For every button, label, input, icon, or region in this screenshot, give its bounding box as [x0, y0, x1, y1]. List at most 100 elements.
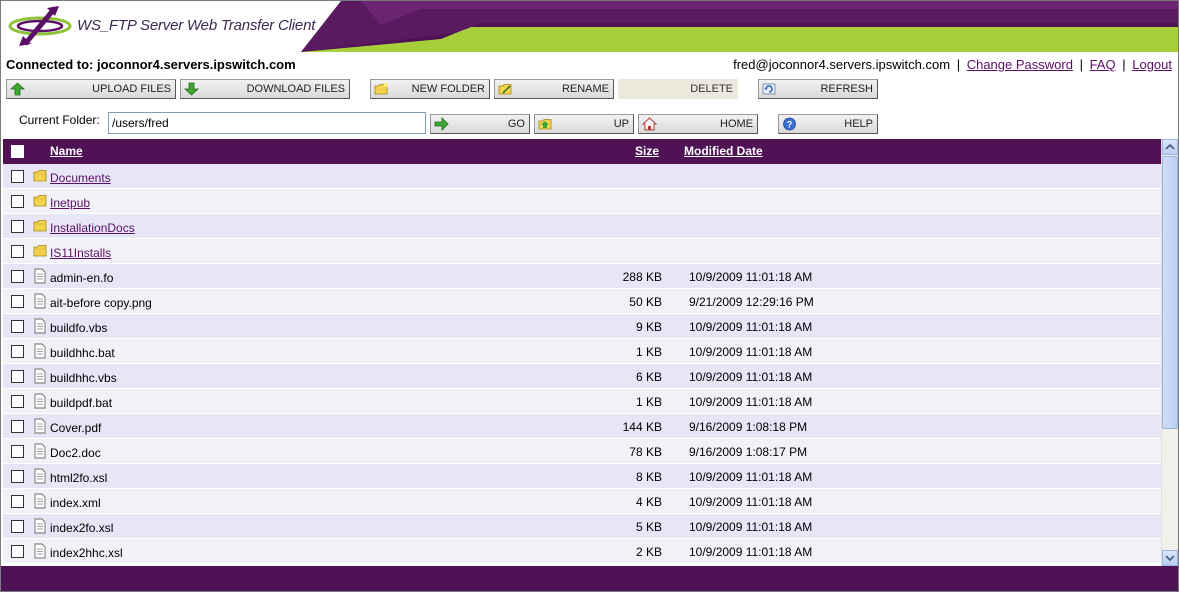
file-icon: [33, 443, 47, 459]
modified-date: 10/9/2009 11:01:18 AM: [689, 320, 813, 334]
row-checkbox[interactable]: [11, 520, 24, 533]
row-checkbox[interactable]: [11, 395, 24, 408]
table-row[interactable]: Cover.pdf 144 KB 9/16/2009 1:08:18 PM: [3, 414, 1161, 439]
logout-link[interactable]: Logout: [1132, 57, 1172, 72]
row-checkbox[interactable]: [11, 320, 24, 333]
connection-status: Connected to: joconnor4.servers.ipswitch…: [6, 57, 296, 72]
row-checkbox[interactable]: [11, 370, 24, 383]
table-row[interactable]: IS11Installs: [3, 239, 1161, 264]
file-icon: [33, 318, 47, 334]
refresh-label: REFRESH: [820, 83, 873, 95]
help-icon: ?: [783, 117, 796, 131]
modified-date-column-header[interactable]: Modified Date: [684, 144, 763, 158]
file-icon: [33, 418, 47, 434]
refresh-button[interactable]: REFRESH: [758, 79, 878, 99]
current-folder-label: Current Folder:: [19, 113, 100, 127]
faq-link[interactable]: FAQ: [1090, 57, 1116, 72]
file-name: index.xml: [50, 496, 101, 510]
scroll-up-button[interactable]: [1162, 139, 1178, 155]
row-checkbox[interactable]: [11, 195, 24, 208]
table-row[interactable]: index2fo.xsl 5 KB 10/9/2009 11:01:18 AM: [3, 514, 1161, 539]
file-name: index2hhc.xsl: [50, 546, 123, 560]
file-icon: [33, 468, 47, 484]
file-icon: [33, 343, 47, 359]
delete-button[interactable]: DELETE: [618, 79, 738, 99]
folder-up-icon: [538, 119, 552, 130]
upload-files-button[interactable]: UPLOAD FILES: [6, 79, 176, 99]
row-checkbox[interactable]: [11, 545, 24, 558]
upload-arrow-icon: [10, 82, 25, 96]
file-name: buildpdf.bat: [50, 396, 113, 410]
change-password-link[interactable]: Change Password: [967, 57, 1073, 72]
file-name: html2fo.xsl: [50, 471, 108, 485]
table-row[interactable]: InstallationDocs: [3, 214, 1161, 239]
folder-name-link[interactable]: InstallationDocs: [50, 221, 135, 235]
scrollbar-thumb[interactable]: [1162, 156, 1178, 429]
folder-icon: [33, 218, 47, 234]
folder-name-link[interactable]: Documents: [50, 171, 111, 185]
row-checkbox[interactable]: [11, 170, 24, 183]
table-row[interactable]: Doc2.doc 78 KB 9/16/2009 1:08:17 PM: [3, 439, 1161, 464]
folder-name-link[interactable]: Inetpub: [50, 196, 90, 210]
table-row[interactable]: Inetpub: [3, 189, 1161, 214]
modified-date: 10/9/2009 11:01:18 AM: [689, 520, 813, 534]
table-row[interactable]: admin-en.fo 288 KB 10/9/2009 11:01:18 AM: [3, 264, 1161, 289]
file-icon: [33, 518, 47, 534]
file-size: 5 KB: [635, 520, 662, 534]
new-folder-button[interactable]: NEW FOLDER: [370, 79, 490, 99]
file-size: 144 KB: [622, 420, 662, 434]
folder-name-link[interactable]: IS11Installs: [50, 246, 111, 260]
rename-button[interactable]: RENAME: [494, 79, 614, 99]
user-links: fred@joconnor4.servers.ipswitch.com | Ch…: [733, 57, 1172, 72]
vertical-scrollbar[interactable]: [1161, 139, 1178, 566]
file-name: admin-en.fo: [50, 271, 114, 285]
row-checkbox[interactable]: [11, 295, 24, 308]
download-files-label: DOWNLOAD FILES: [246, 83, 345, 95]
select-all-checkbox[interactable]: [11, 145, 24, 158]
table-row[interactable]: index2hhc.xsl 2 KB 10/9/2009 11:01:18 AM: [3, 539, 1161, 564]
name-column-header[interactable]: Name: [50, 144, 83, 158]
row-checkbox[interactable]: [11, 245, 24, 258]
row-checkbox[interactable]: [11, 420, 24, 433]
table-row[interactable]: buildhhc.vbs 6 KB 10/9/2009 11:01:18 AM: [3, 364, 1161, 389]
app-title: WS_FTP Server Web Transfer Client: [77, 17, 316, 34]
download-files-button[interactable]: DOWNLOAD FILES: [180, 79, 350, 99]
user-email: fred@joconnor4.servers.ipswitch.com: [733, 57, 951, 72]
modified-date: 10/9/2009 11:01:18 AM: [689, 545, 813, 559]
row-checkbox[interactable]: [11, 445, 24, 458]
table-row[interactable]: buildpdf.bat 1 KB 10/9/2009 11:01:18 AM: [3, 389, 1161, 414]
current-folder-input[interactable]: [108, 112, 426, 134]
modified-date: 10/9/2009 11:01:18 AM: [689, 370, 813, 384]
row-checkbox[interactable]: [11, 495, 24, 508]
upload-files-label: UPLOAD FILES: [92, 83, 171, 95]
table-row[interactable]: buildhhc.bat 1 KB 10/9/2009 11:01:18 AM: [3, 339, 1161, 364]
table-row[interactable]: index.xml 4 KB 10/9/2009 11:01:18 AM: [3, 489, 1161, 514]
table-row[interactable]: buildfo.vbs 9 KB 10/9/2009 11:01:18 AM: [3, 314, 1161, 339]
size-column-header[interactable]: Size: [635, 144, 659, 158]
file-icon: [33, 293, 47, 309]
chevron-down-icon: [1165, 555, 1175, 562]
file-name: buildfo.vbs: [50, 321, 108, 335]
modified-date: 9/16/2009 1:08:17 PM: [689, 445, 808, 459]
row-checkbox[interactable]: [11, 345, 24, 358]
table-row[interactable]: ait-before copy.png 50 KB 9/21/2009 12:29:…: [3, 289, 1161, 314]
file-size: 2 KB: [635, 545, 662, 559]
scroll-down-button[interactable]: [1162, 550, 1178, 566]
file-name: Cover.pdf: [50, 421, 102, 435]
go-button[interactable]: GO: [430, 114, 530, 134]
file-name: buildhhc.bat: [50, 346, 115, 360]
file-size: 9 KB: [635, 320, 662, 334]
row-checkbox[interactable]: [11, 220, 24, 233]
file-size: 50 KB: [629, 295, 662, 309]
file-size: 78 KB: [629, 445, 662, 459]
help-button[interactable]: ? HELP: [778, 114, 878, 134]
ipswitch-logo-icon: [8, 6, 72, 46]
home-button[interactable]: HOME: [638, 114, 758, 134]
table-row[interactable]: html2fo.xsl 8 KB 10/9/2009 11:01:18 AM: [3, 464, 1161, 489]
table-row[interactable]: Documents: [3, 164, 1161, 189]
row-checkbox[interactable]: [11, 470, 24, 483]
refresh-icon: [762, 83, 776, 95]
up-button[interactable]: UP: [534, 114, 634, 134]
up-label: UP: [613, 118, 629, 130]
row-checkbox[interactable]: [11, 270, 24, 283]
